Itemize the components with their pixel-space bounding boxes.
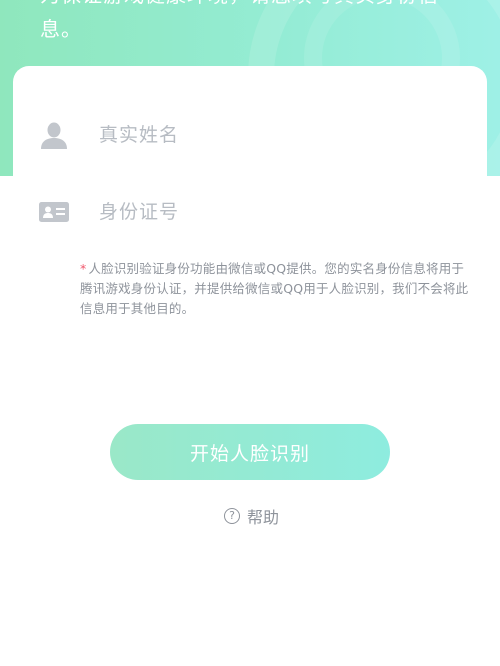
person-icon: [41, 122, 67, 149]
header-intro-text: 为保证游戏健康环境，请您填写真实身份信息。: [40, 0, 438, 41]
id-card-icon: [39, 202, 69, 222]
start-face-recognition-button[interactable]: 开始人脸识别: [110, 424, 390, 480]
name-field-row: [13, 105, 487, 165]
notice-asterisk: *: [80, 261, 87, 276]
privacy-notice: * 人脸识别验证身份功能由微信或QQ提供。您的实名身份信息将用于腾讯游戏身份认证，…: [80, 259, 470, 319]
id-number-field-row: [13, 182, 487, 242]
help-label: 帮助: [247, 508, 280, 527]
real-name-input[interactable]: [99, 105, 459, 165]
notice-text: 人脸识别验证身份功能由微信或QQ提供。您的实名身份信息将用于腾讯游戏身份认证，并…: [80, 261, 469, 316]
id-number-input[interactable]: [99, 182, 459, 242]
question-circle-icon: ?: [224, 508, 240, 524]
verification-card: *人脸识别验证身份功能由微信或QQ提供。您的实名身份信息将用于腾讯游戏身份认证，…: [13, 66, 487, 666]
help-link[interactable]: ? 帮助: [224, 504, 279, 528]
